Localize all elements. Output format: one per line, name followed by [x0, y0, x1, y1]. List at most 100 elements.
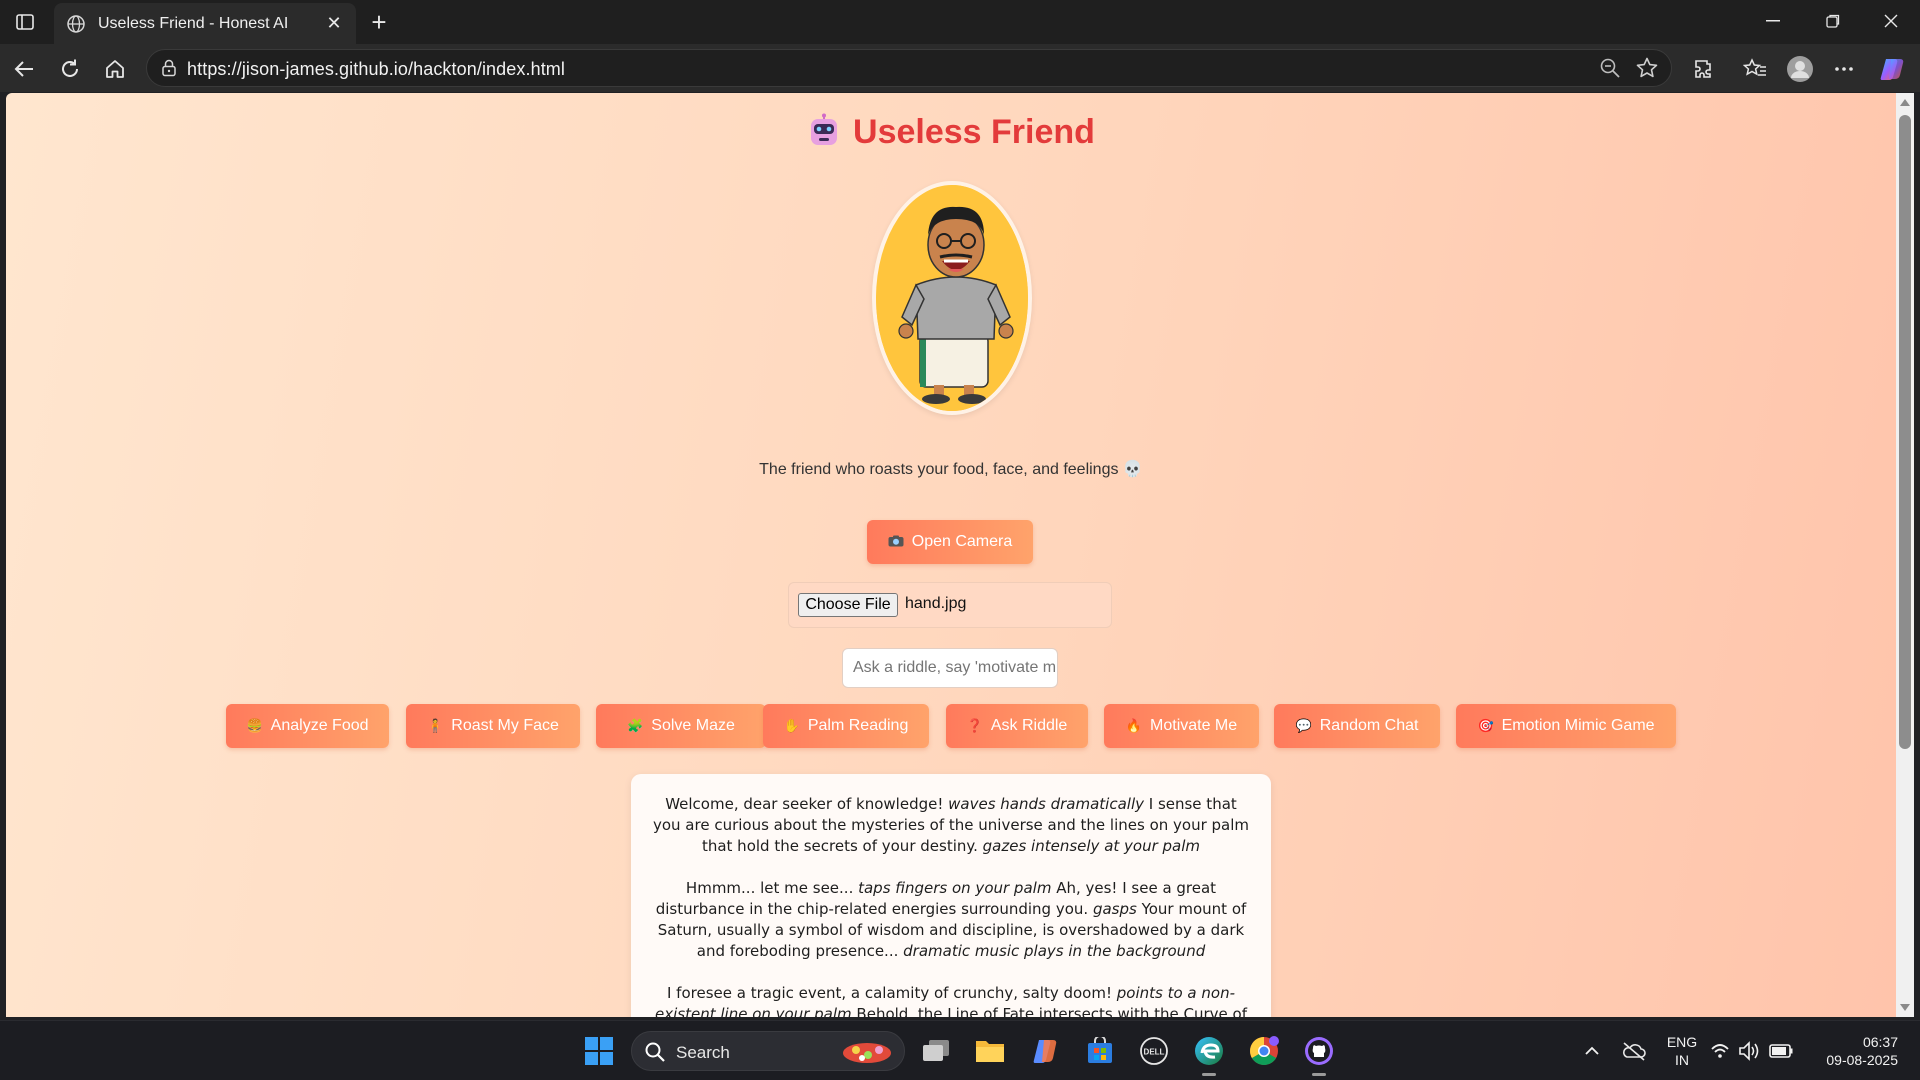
response-text: I foresee a tragic event, a calamity of …	[666, 984, 1117, 1002]
restore-icon[interactable]	[1815, 6, 1851, 36]
fire-icon: 🔥	[1125, 718, 1143, 733]
globe-icon	[66, 14, 86, 34]
tab-actions-icon[interactable]	[12, 10, 38, 34]
response-text: Hmmm... let me see...	[685, 879, 859, 897]
close-tab-icon[interactable]: ✕	[324, 13, 344, 34]
scrollbar-thumb[interactable]	[1899, 115, 1911, 749]
browser-tab-active[interactable]: Useless Friend - Honest AI ✕	[54, 3, 356, 44]
clock[interactable]: 06:37 09-08-2025	[1812, 1033, 1898, 1069]
copilot-app-icon[interactable]	[1027, 1033, 1063, 1069]
windows-start-icon[interactable]	[581, 1033, 617, 1069]
back-arrow-icon[interactable]	[8, 53, 40, 85]
home-icon[interactable]	[99, 53, 131, 85]
page-title-text: Useless Friend	[853, 113, 1095, 151]
search-icon	[644, 1041, 666, 1063]
add-favorite-star-icon[interactable]	[1635, 56, 1659, 80]
open-camera-label: Open Camera	[911, 533, 1013, 550]
github-icon[interactable]	[1301, 1033, 1337, 1069]
burger-icon: 🍔	[246, 718, 263, 733]
ask-riddle-button[interactable]: ❓ Ask Riddle	[946, 704, 1088, 748]
motivate-me-button[interactable]: 🔥 Motivate Me	[1104, 704, 1259, 748]
robot-emoji-icon	[807, 113, 841, 147]
scroll-down-arrow-icon[interactable]	[1900, 1004, 1910, 1011]
show-hidden-icons-chevron-icon[interactable]	[1574, 1033, 1610, 1069]
language-region: IN	[1675, 1052, 1689, 1068]
search-highlight-icon	[838, 1036, 896, 1068]
random-chat-button[interactable]: 💬 Random Chat	[1274, 704, 1440, 748]
page-viewport: Useless Friend The friend who roasts you…	[6, 93, 1896, 1017]
response-paragraph: Welcome, dear seeker of knowledge! waves…	[651, 794, 1251, 857]
scroll-up-arrow-icon[interactable]	[1900, 99, 1910, 106]
chat-input[interactable]: Ask a riddle, say 'motivate m	[842, 648, 1058, 688]
analyze-food-button[interactable]: 🍔 Analyze Food	[226, 704, 389, 748]
roast-my-face-label: Roast My Face	[451, 717, 559, 734]
choose-file-button[interactable]: Choose File	[798, 593, 898, 617]
emotion-mimic-game-label: Emotion Mimic Game	[1501, 717, 1655, 734]
hand-icon: ✋	[783, 718, 800, 733]
profile-avatar-icon[interactable]	[1784, 53, 1816, 85]
solve-maze-button[interactable]: 🧩 Solve Maze	[596, 704, 766, 748]
github-running-indicator	[1312, 1073, 1326, 1076]
response-paragraph: I foresee a tragic event, a calamity of …	[651, 983, 1251, 1017]
close-window-icon[interactable]	[1873, 6, 1909, 36]
clock-date: 09-08-2025	[1826, 1052, 1898, 1068]
response-card: Welcome, dear seeker of knowledge! waves…	[631, 774, 1271, 1017]
response-text: Behold, the Line of Fate intersects with…	[856, 1005, 1247, 1017]
solve-maze-label: Solve Maze	[651, 717, 735, 734]
language-code: ENG	[1666, 1034, 1698, 1050]
ask-riddle-label: Ask Riddle	[990, 717, 1068, 734]
random-chat-label: Random Chat	[1319, 717, 1419, 734]
clock-time: 06:37	[1862, 1034, 1898, 1050]
selected-file-name: hand.jpg	[905, 595, 967, 612]
file-upload-field[interactable]: Choose File hand.jpg	[788, 582, 1112, 628]
response-action-text: waves hands dramatically	[948, 795, 1144, 813]
more-options-icon[interactable]	[1828, 53, 1860, 85]
edge-browser-icon[interactable]	[1191, 1033, 1227, 1069]
taskbar-search-box[interactable]: Search	[631, 1031, 905, 1071]
roast-my-face-button[interactable]: 🧍 Roast My Face	[406, 704, 580, 748]
file-explorer-icon[interactable]	[972, 1033, 1008, 1069]
windows-taskbar: Search DELL ENG IN 06:37 09-08-2025	[0, 1020, 1920, 1080]
zoom-out-icon[interactable]	[1599, 57, 1621, 79]
tab-title: Useless Friend - Honest AI	[98, 14, 289, 32]
favorites-icon[interactable]	[1739, 53, 1771, 85]
copilot-icon[interactable]	[1876, 53, 1908, 85]
page-title: Useless Friend	[6, 113, 1896, 152]
edge-active-indicator	[1202, 1073, 1216, 1076]
page-scrollbar[interactable]	[1896, 93, 1914, 1017]
extensions-icon[interactable]	[1688, 53, 1720, 85]
camera-icon	[888, 535, 904, 550]
mascot-avatar-image	[872, 181, 1032, 415]
new-tab-button[interactable]: +	[364, 7, 394, 37]
refresh-icon[interactable]	[54, 53, 86, 85]
svg-text:DELL: DELL	[1144, 1048, 1165, 1057]
response-action-text: dramatic music plays in the background	[903, 942, 1206, 960]
chrome-browser-icon[interactable]	[1246, 1033, 1282, 1069]
address-bar[interactable]: https://jison-james.github.io/hackton/in…	[146, 49, 1672, 87]
network-volume-battery-tray[interactable]	[1708, 1033, 1798, 1069]
browser-titlebar: Useless Friend - Honest AI ✕ +	[0, 0, 1920, 44]
search-label: Search	[676, 1043, 730, 1062]
analyze-food-label: Analyze Food	[270, 717, 369, 734]
motivate-me-label: Motivate Me	[1150, 717, 1238, 734]
response-action-text: taps fingers on your palm	[858, 879, 1052, 897]
dell-app-icon[interactable]: DELL	[1136, 1033, 1172, 1069]
response-action-text: gazes intensely at your palm	[982, 837, 1201, 855]
response-text: Welcome, dear seeker of knowledge!	[665, 795, 949, 813]
person-icon: 🧍	[427, 718, 444, 733]
site-info-lock-icon[interactable]	[159, 58, 179, 78]
response-action-text: gasps	[1092, 900, 1137, 918]
speech-bubble-icon: 💬	[1295, 718, 1312, 733]
palm-reading-label: Palm Reading	[807, 717, 909, 734]
open-camera-button[interactable]: Open Camera	[867, 520, 1033, 564]
target-icon: 🎯	[1477, 718, 1494, 733]
palm-reading-button[interactable]: ✋ Palm Reading	[763, 704, 929, 748]
task-view-icon[interactable]	[918, 1033, 954, 1069]
puzzle-icon: 🧩	[627, 718, 644, 733]
input-language-indicator[interactable]: ENG IN	[1663, 1033, 1701, 1069]
microsoft-store-icon[interactable]	[1082, 1033, 1118, 1069]
url-text[interactable]: https://jison-james.github.io/hackton/in…	[187, 59, 565, 80]
minimize-icon[interactable]	[1755, 6, 1791, 36]
onedrive-offline-icon[interactable]	[1616, 1033, 1652, 1069]
emotion-mimic-game-button[interactable]: 🎯 Emotion Mimic Game	[1456, 704, 1676, 748]
